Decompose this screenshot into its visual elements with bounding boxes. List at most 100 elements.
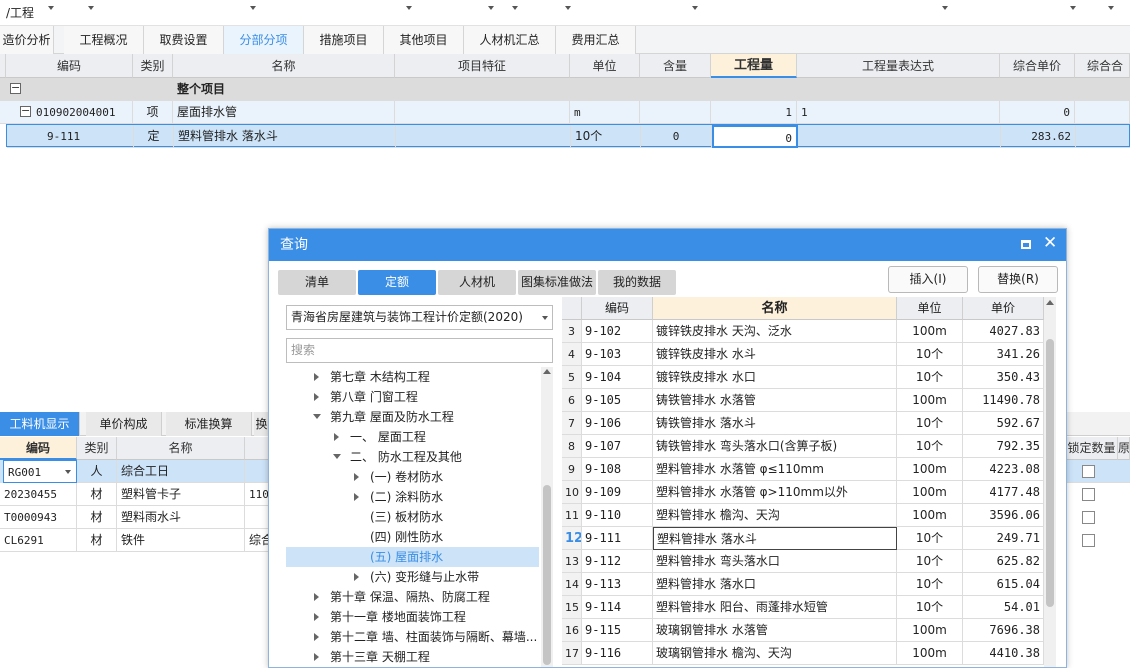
table-scrollbar[interactable] — [1044, 297, 1056, 667]
quota-row[interactable]: 8 9-107 铸铁管排水 弯头落水口(含箅子板) 10个 792.35 — [562, 435, 1044, 458]
quota-row[interactable]: 10 9-109 塑料管排水 水落管 φ>110mm以外 100m 4177.48 — [562, 481, 1044, 504]
chevron-right-icon[interactable] — [314, 393, 319, 401]
scroll-up-icon[interactable] — [1046, 300, 1054, 305]
col-quantity[interactable]: 工程量 — [711, 54, 797, 78]
quota-row[interactable]: 13 9-112 塑料管排水 弯头落水口 10个 625.82 — [562, 550, 1044, 573]
chevron-down-icon[interactable] — [512, 6, 518, 10]
tab-other-items[interactable]: 其他项目 — [384, 26, 464, 54]
chevron-right-icon[interactable] — [354, 573, 359, 581]
chevron-down-icon[interactable] — [565, 6, 571, 10]
scrollbar-thumb[interactable] — [543, 485, 551, 665]
replace-button[interactable]: 替换(R) — [978, 266, 1058, 293]
tab-bill[interactable]: 清单 — [278, 270, 356, 295]
lock-checkbox[interactable] — [1082, 534, 1095, 547]
tab-cost-analysis[interactable]: 造价分析 — [0, 26, 54, 54]
table-row[interactable]: 010902004001 − 项 屋面排水管 m 1 1 0 — [0, 101, 1130, 124]
search-input[interactable]: 搜索 — [286, 338, 553, 363]
tree-item[interactable]: 二、 防水工程及其他 — [350, 447, 462, 467]
cell-expression[interactable]: 1 — [797, 101, 1000, 124]
tree-item[interactable]: 第八章 门窗工程 — [330, 387, 418, 407]
tree-item[interactable]: 第七章 木结构工程 — [330, 367, 430, 387]
col-name[interactable]: 名称 — [653, 297, 897, 320]
chevron-down-icon[interactable] — [406, 6, 412, 10]
tree-scrollbar[interactable] — [541, 367, 553, 667]
library-select[interactable]: 青海省房屋建筑与装饰工程计价定额(2020) — [286, 305, 553, 330]
col-name[interactable]: 名称 — [173, 54, 395, 78]
cell-content[interactable]: 0 — [641, 125, 712, 148]
cell-quantity[interactable]: 1 — [711, 101, 797, 124]
chevron-down-icon[interactable] — [333, 454, 341, 459]
lock-checkbox[interactable] — [1082, 488, 1095, 501]
chevron-right-icon[interactable] — [314, 593, 319, 601]
tree-item[interactable]: 第十三章 天棚工程 — [330, 647, 430, 667]
col-origin[interactable]: 原 — [1118, 437, 1130, 460]
tab-resources[interactable]: 人材机 — [438, 270, 516, 295]
quota-row[interactable]: 6 9-105 铸铁管排水 水落管 100m 11490.78 — [562, 389, 1044, 412]
tab-standard-conversion[interactable]: 标准换算 — [166, 412, 252, 436]
tree-item[interactable]: (二) 涂料防水 — [370, 487, 443, 507]
table-row[interactable]: − 整个项目 — [0, 78, 1130, 101]
tree-item[interactable]: (一) 卷材防水 — [370, 467, 443, 487]
insert-button[interactable]: 插入(I) — [888, 266, 968, 293]
cell-expression[interactable] — [798, 125, 1001, 148]
tab-resource-display[interactable]: 工料机显示 — [0, 412, 80, 436]
tab-resource-summary[interactable]: 人材机汇总 — [464, 26, 556, 54]
tab-fee-settings[interactable]: 取费设置 — [144, 26, 224, 54]
collapse-icon[interactable]: − — [20, 105, 31, 117]
tab-quota[interactable]: 定额 — [358, 270, 436, 295]
quota-row[interactable]: 15 9-114 塑料管排水 阳台、雨蓬排水短管 10个 54.01 — [562, 596, 1044, 619]
chevron-right-icon[interactable] — [334, 433, 339, 441]
col-type[interactable]: 类别 — [133, 54, 173, 78]
col-expression[interactable]: 工程量表达式 — [797, 54, 1000, 78]
chevron-right-icon[interactable] — [314, 653, 319, 661]
table-row[interactable]: 20230455 材 塑料管卡子 110 — [0, 483, 270, 506]
chevron-right-icon[interactable] — [314, 613, 319, 621]
chevron-down-icon[interactable] — [1070, 6, 1076, 10]
tree-item[interactable]: (六) 变形缝与止水带 — [370, 567, 479, 587]
chevron-down-icon[interactable] — [942, 6, 948, 10]
lock-checkbox[interactable] — [1082, 511, 1095, 524]
col-unit-price[interactable]: 综合单价 — [1000, 54, 1075, 78]
tab-price-composition[interactable]: 单价构成 — [86, 412, 162, 436]
quota-row-selected[interactable]: 12 9-111 塑料管排水 落水斗 10个 249.71 — [562, 527, 1044, 550]
tab-my-data[interactable]: 我的数据 — [598, 270, 676, 295]
col-type[interactable]: 类别 — [77, 437, 117, 460]
chevron-right-icon[interactable] — [354, 493, 359, 501]
col-content[interactable]: 含量 — [640, 54, 711, 78]
quota-row[interactable]: 4 9-103 镀锌铁皮排水 水斗 10个 341.26 — [562, 343, 1044, 366]
tree-item-selected[interactable]: (五) 屋面排水 — [370, 547, 443, 567]
col-unit[interactable]: 单位 — [897, 297, 963, 320]
col-code[interactable]: 编码 — [582, 297, 653, 320]
col-code[interactable]: 编码 — [6, 54, 133, 78]
quota-row[interactable]: 14 9-113 塑料管排水 落水口 10个 615.04 — [562, 573, 1044, 596]
chevron-right-icon[interactable] — [314, 633, 319, 641]
tree-item[interactable]: 第十一章 楼地面装饰工程 — [330, 607, 466, 627]
chevron-down-icon[interactable] — [488, 6, 494, 10]
quota-row[interactable]: 7 9-106 铸铁管排水 落水斗 10个 592.67 — [562, 412, 1044, 435]
tab-atlas[interactable]: 图集标准做法 — [518, 270, 596, 295]
lock-checkbox[interactable] — [1082, 465, 1095, 478]
scrollbar-thumb[interactable] — [1046, 339, 1054, 607]
chevron-down-icon[interactable] — [88, 6, 94, 10]
collapse-icon[interactable]: − — [10, 82, 21, 94]
col-unit[interactable]: 单位 — [570, 54, 640, 78]
col-feature[interactable]: 项目特征 — [395, 54, 570, 78]
chevron-down-icon[interactable] — [1108, 6, 1114, 10]
project-path[interactable]: /工程 — [6, 4, 34, 21]
chevron-right-icon[interactable] — [354, 473, 359, 481]
scroll-up-icon[interactable] — [543, 369, 551, 374]
tree-item[interactable]: (四) 刚性防水 — [370, 527, 443, 547]
table-row[interactable]: CL6291 材 铁件 综合 — [0, 529, 270, 552]
quota-row[interactable]: 11 9-110 塑料管排水 檐沟、天沟 100m 3596.06 — [562, 504, 1044, 527]
table-row[interactable]: T0000943 材 塑料雨水斗 — [0, 506, 270, 529]
quota-row[interactable]: 5 9-104 镀锌铁皮排水 水口 10个 350.43 — [562, 366, 1044, 389]
table-row-selected[interactable]: 9-111 定 塑料管排水 落水斗 10个 0 0 283.62 — [6, 124, 1130, 148]
table-row-selected[interactable]: RG001 人 综合工日 — [0, 460, 270, 483]
maximize-icon[interactable] — [1021, 240, 1031, 249]
tab-project-overview[interactable]: 工程概况 — [64, 26, 144, 54]
chevron-right-icon[interactable] — [314, 373, 319, 381]
tree-item[interactable]: 第十章 保温、隔热、防腐工程 — [330, 587, 490, 607]
col-unit-price[interactable]: 单价 — [963, 297, 1044, 320]
chevron-down-icon[interactable] — [250, 6, 256, 10]
chevron-down-icon[interactable] — [542, 316, 548, 320]
